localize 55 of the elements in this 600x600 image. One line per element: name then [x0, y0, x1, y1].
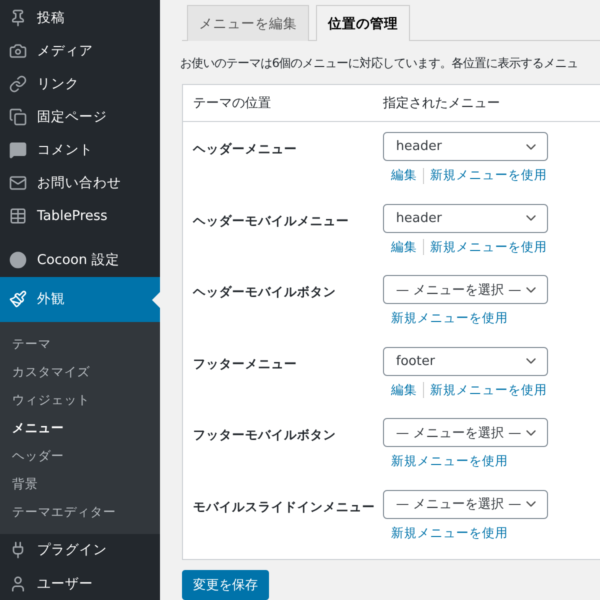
- submenu-item[interactable]: ウィジェット: [0, 386, 160, 415]
- link[interactable]: 新規メニューを使用: [391, 524, 508, 542]
- submenu-item[interactable]: メニュー: [0, 414, 160, 443]
- submenu-item[interactable]: ヘッダー: [0, 442, 160, 471]
- sidebar-item[interactable]: 固定ページ: [0, 100, 160, 134]
- user-icon: [9, 574, 27, 592]
- location-label: ヘッダーモバイルボタン: [193, 283, 337, 301]
- camera-icon: [9, 42, 27, 60]
- sidebar-item[interactable]: Cocoon 設定: [0, 244, 160, 277]
- circle-icon: [9, 251, 27, 270]
- link[interactable]: 新規メニューを使用: [391, 453, 508, 470]
- menu-select[interactable]: — メニューを選択 —: [383, 490, 548, 518]
- location-label: フッターメニュー: [193, 354, 298, 372]
- location-label: モバイルスライドインメニュー: [193, 498, 376, 516]
- sidebar-item[interactable]: プラグイン: [0, 534, 160, 567]
- table-icon: [9, 207, 27, 226]
- sidebar-item[interactable]: 投稿: [0, 1, 160, 34]
- column-header: テーマの位置: [193, 95, 272, 112]
- envelope-icon: [9, 174, 27, 192]
- menu-select[interactable]: header: [383, 204, 548, 232]
- link[interactable]: 新規メニューを使用: [430, 238, 547, 256]
- submenu-item[interactable]: 背景: [0, 470, 160, 499]
- intro-text: お使いのテーマは6個のメニューに対応しています。各位置に表示するメニュ: [180, 55, 580, 72]
- tab[interactable]: 位置の管理: [316, 5, 410, 41]
- sidebar-item[interactable]: TablePress: [0, 200, 160, 233]
- paintbrush-icon: [9, 290, 27, 308]
- tab[interactable]: メニューを編集: [187, 5, 309, 41]
- location-label: フッターモバイルボタン: [193, 426, 337, 444]
- submenu-item[interactable]: テーマ: [0, 330, 160, 359]
- link[interactable]: 編集: [391, 382, 417, 398]
- link[interactable]: 新規メニューを使用: [430, 167, 547, 184]
- submenu-item[interactable]: カスタマイズ: [0, 358, 160, 387]
- link[interactable]: 編集: [391, 167, 417, 184]
- sidebar-item[interactable]: メディア: [0, 34, 160, 68]
- speech-bubble-icon: [9, 141, 27, 160]
- link-icon: [9, 74, 27, 93]
- menu-select[interactable]: — メニューを選択 —: [383, 418, 548, 447]
- link[interactable]: 新規メニューを使用: [430, 382, 547, 398]
- link[interactable]: 編集: [391, 238, 417, 256]
- sidebar-item[interactable]: コメント: [0, 134, 160, 167]
- sidebar-item[interactable]: お問い合わせ: [0, 166, 160, 200]
- submenu-item[interactable]: テーマエディター: [0, 498, 160, 527]
- link[interactable]: 新規メニューを使用: [391, 310, 508, 327]
- sidebar-item[interactable]: ユーザー: [0, 566, 160, 600]
- location-label: ヘッダーモバイルメニュー: [193, 212, 350, 230]
- column-header: 指定されたメニュー: [383, 95, 501, 112]
- sidebar-item[interactable]: リンク: [0, 67, 160, 100]
- menu-select[interactable]: — メニューを選択 —: [383, 275, 548, 304]
- pin-icon: [9, 8, 27, 27]
- pages-icon: [9, 108, 27, 126]
- sidebar-item[interactable]: 外観: [0, 277, 160, 322]
- menu-select[interactable]: header: [383, 132, 548, 161]
- save-button[interactable]: 変更を保存: [182, 570, 269, 600]
- location-label: ヘッダーメニュー: [193, 140, 298, 158]
- menu-select[interactable]: footer: [383, 346, 548, 376]
